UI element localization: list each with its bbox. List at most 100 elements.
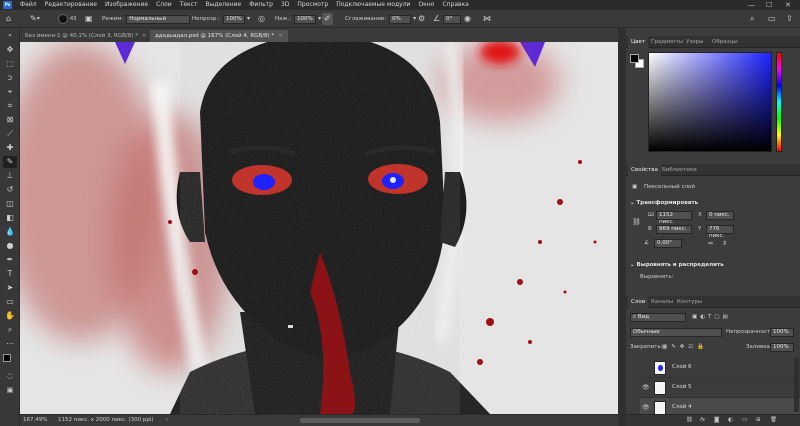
foreground-color-chip[interactable] — [630, 54, 639, 63]
frame-tool-icon[interactable]: ⊠ — [3, 114, 17, 126]
fx-icon[interactable]: fx — [700, 417, 705, 423]
tab-patterns[interactable]: Узоры — [683, 36, 706, 48]
canvas-area[interactable] — [20, 42, 618, 414]
pressure-size-toggle[interactable]: ◉ — [464, 13, 471, 25]
tab-color[interactable]: Цвет — [628, 36, 649, 48]
menu-select[interactable]: Выделение — [201, 0, 245, 10]
trash-icon[interactable]: 🗑 — [770, 417, 777, 423]
color-picker-field[interactable] — [648, 52, 772, 152]
rotation-input[interactable]: 0,00° — [654, 239, 682, 248]
workspace-button[interactable]: ▭ — [768, 13, 776, 25]
mask-icon[interactable]: ◙ — [714, 417, 719, 423]
flow-input[interactable]: 100% — [294, 14, 317, 24]
status-arrow-icon[interactable]: › — [166, 415, 168, 426]
quick-select-tool-icon[interactable]: ⌖ — [3, 86, 17, 98]
tab-gradients[interactable]: Градиенты — [648, 36, 686, 48]
foreground-color-swatch[interactable] — [3, 354, 11, 362]
close-window-button[interactable]: ✕ — [785, 0, 791, 10]
layer-filter-select[interactable]: ⌕ Вид — [630, 313, 686, 322]
tab-paths[interactable]: Контуры — [674, 296, 705, 308]
gradient-tool-icon[interactable]: ◧ — [3, 212, 17, 224]
marquee-tool-icon[interactable]: ⬚ — [3, 58, 17, 70]
menu-edit[interactable]: Редактирование — [41, 0, 101, 10]
menu-file[interactable]: Файл — [16, 0, 41, 10]
zoom-tool-icon[interactable]: ⌕ — [3, 324, 17, 336]
height-input[interactable]: 969 пикс. — [656, 225, 692, 234]
tab-document-2[interactable]: ддадьадал.psd @ 167% (Слой 4, RGB/8) * × — [150, 30, 288, 42]
hand-tool-icon[interactable]: ✋ — [3, 310, 17, 322]
tab-swatches[interactable]: Образцы — [709, 36, 741, 48]
menu-help[interactable]: Справка — [438, 0, 472, 10]
eye-icon[interactable]: 👁 — [642, 404, 650, 411]
layer-row[interactable]: 👁 Слой 5 — [640, 378, 800, 398]
clone-stamp-tool-icon[interactable]: ⊥ — [3, 170, 17, 182]
tab-properties[interactable]: Свойства — [628, 164, 661, 176]
horizontal-scrollbar[interactable] — [300, 418, 420, 423]
share-button[interactable]: ⇪ — [786, 13, 793, 25]
align-header[interactable]: ⌄ Выровнять и распределить — [630, 262, 724, 268]
close-tab-icon[interactable]: × — [278, 33, 283, 39]
x-input[interactable]: 0 пикс. — [706, 211, 734, 220]
layer-opacity-input[interactable]: 100% — [770, 328, 794, 337]
flip-vertical-icon[interactable]: ⇕ — [722, 240, 727, 247]
move-tool-icon[interactable]: ✥ — [3, 44, 17, 56]
toolbar-collapse-icon[interactable]: « — [3, 30, 17, 42]
hue-slider[interactable] — [776, 52, 782, 152]
link-icon[interactable]: ⛓ — [686, 417, 693, 423]
link-dimensions-icon[interactable]: ⛓ — [632, 218, 641, 226]
smoothing-options-button[interactable]: ⚙ — [418, 13, 425, 25]
eraser-tool-icon[interactable]: ◫ — [3, 198, 17, 210]
layer-row[interactable]: Слой 6 — [640, 358, 800, 378]
zoom-level[interactable]: 167,49% — [23, 415, 47, 426]
quick-mask-icon[interactable]: ◌ — [3, 370, 17, 382]
menu-layers[interactable]: Слои — [152, 0, 176, 10]
new-layer-icon[interactable]: ⊞ — [756, 417, 761, 423]
menu-image[interactable]: Изображение — [101, 0, 152, 10]
menu-plugins[interactable]: Подключаемые модули — [332, 0, 414, 10]
menu-window[interactable]: Окно — [414, 0, 438, 10]
maximize-button[interactable]: ☐ — [766, 0, 772, 10]
group-icon[interactable]: ▭ — [742, 417, 747, 423]
rectangle-tool-icon[interactable]: ▭ — [3, 296, 17, 308]
history-brush-tool-icon[interactable]: ↺ — [3, 184, 17, 196]
fill-input[interactable]: 100% — [770, 343, 794, 352]
tab-channels[interactable]: Каналы — [648, 296, 676, 308]
opacity-input[interactable]: 100% — [223, 14, 245, 24]
flip-horizontal-icon[interactable]: ⇔ — [708, 240, 713, 247]
smoothing-input[interactable]: 0% — [389, 14, 412, 24]
menu-view[interactable]: Просмотр — [293, 0, 332, 10]
lasso-tool-icon[interactable]: ↄ — [3, 72, 17, 84]
more-tools-icon[interactable]: ⋯ — [3, 338, 17, 350]
y-input[interactable]: 776 пикс. — [706, 225, 734, 239]
type-tool-icon[interactable]: T — [3, 268, 17, 280]
home-button[interactable]: ⌂ — [6, 13, 11, 25]
healing-brush-tool-icon[interactable]: ✚ — [3, 142, 17, 154]
minimize-button[interactable]: — — [748, 0, 755, 10]
angle-input[interactable]: 0° — [443, 14, 462, 24]
pen-tool-icon[interactable]: ✒ — [3, 254, 17, 266]
crop-tool-icon[interactable]: ⌗ — [3, 100, 17, 112]
brush-tool-icon[interactable]: ✎ — [3, 156, 17, 168]
brush-tool-preset[interactable]: ✎ ▾ — [30, 13, 40, 25]
menu-type[interactable]: Текст — [176, 0, 202, 10]
tab-document-1[interactable]: Без имени-1 @ 40,1% (Слой 3, RGB/8) * × — [20, 30, 151, 42]
search-button[interactable]: ⌕ — [750, 13, 754, 25]
airbrush-toggle[interactable]: ✐ — [322, 13, 333, 25]
screen-mode-icon[interactable]: ▣ — [3, 384, 17, 396]
path-select-tool-icon[interactable]: ➤ — [3, 282, 17, 294]
brush-size-picker[interactable]: 43 — [58, 13, 76, 25]
layers-scrollbar[interactable] — [794, 358, 799, 412]
menu-3d[interactable]: 3D — [277, 0, 293, 10]
symmetry-button[interactable]: ⋈ — [483, 13, 491, 25]
tab-libraries[interactable]: Библиотеки — [659, 164, 700, 176]
dodge-tool-icon[interactable]: ● — [3, 240, 17, 252]
layer-blend-mode-select[interactable]: Обычные — [630, 328, 722, 337]
transform-header[interactable]: ⌄ Трансформировать — [630, 200, 698, 206]
brush-settings-button[interactable]: ▣ — [85, 13, 93, 25]
lock-icons[interactable]: ▦✎✥⊡🔒 — [662, 344, 708, 350]
blend-mode-select[interactable]: Нормальный — [126, 14, 191, 24]
adjustment-icon[interactable]: ◐ — [728, 417, 733, 423]
close-tab-icon[interactable]: × — [142, 33, 147, 39]
menu-filter[interactable]: Фильтр — [245, 0, 277, 10]
eye-icon[interactable]: 👁 — [642, 384, 650, 391]
